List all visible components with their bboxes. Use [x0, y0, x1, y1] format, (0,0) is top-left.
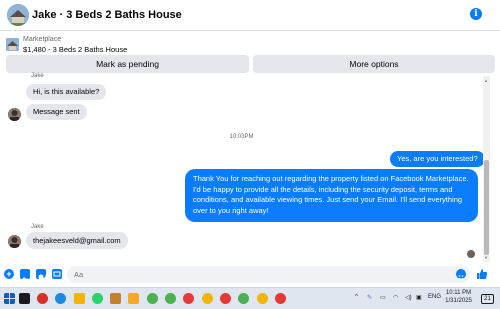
message-timestamp: 10:03PM	[229, 134, 254, 140]
clock-date[interactable]: 1/31/2025	[441, 298, 476, 304]
file-explorer-icon[interactable]	[74, 293, 85, 304]
pen-icon[interactable]: ✎	[367, 294, 372, 301]
avatar[interactable]	[8, 235, 21, 248]
outgoing-message[interactable]: Thank You for reaching out regarding the…	[185, 169, 478, 222]
smile-glyph-icon	[458, 275, 464, 280]
messenger-window: Jake · 3 Beds 2 Baths House i Marketplac…	[0, 0, 500, 309]
plus-icon[interactable]: +	[4, 269, 14, 279]
wifi-icon[interactable]: ◠	[393, 294, 398, 301]
app-icon[interactable]	[37, 293, 48, 304]
battery-icon[interactable]: ▭	[380, 294, 386, 301]
scroll-up-arrow-icon[interactable]: ▲	[484, 78, 488, 83]
notification-badge[interactable]: 21	[481, 294, 494, 304]
avatar[interactable]	[7, 4, 29, 26]
gif-glyph-icon	[53, 271, 61, 277]
mark-as-pending-button[interactable]: Mark as pending	[6, 55, 249, 73]
task-view-icon[interactable]	[19, 293, 30, 304]
seen-receipt-avatar	[467, 250, 475, 258]
info-icon[interactable]: i	[470, 8, 482, 20]
person-avatar-icon	[8, 235, 21, 248]
language-indicator[interactable]: ENG	[428, 294, 441, 300]
listing-source: Marketplace	[23, 36, 62, 43]
whatsapp-icon[interactable]	[92, 293, 103, 304]
chrome-icon[interactable]	[183, 293, 194, 304]
avatar[interactable]	[8, 108, 21, 121]
sticker-glyph-icon	[38, 274, 44, 280]
display-icon[interactable]: ▣	[416, 294, 422, 301]
sender-name: Jake	[31, 224, 44, 230]
house-thumbnail-icon	[6, 38, 19, 51]
thumbs-up-icon	[477, 269, 488, 279]
clock-time[interactable]: 10:11 PM	[441, 290, 476, 296]
windows-start-icon[interactable]	[4, 293, 15, 304]
like-icon[interactable]	[476, 268, 488, 283]
chrome-icon[interactable]	[165, 293, 176, 304]
incoming-message[interactable]: Hi, is this available?	[26, 84, 107, 100]
chat-header: Jake · 3 Beds 2 Baths House i	[0, 0, 500, 31]
sender-name: Jake	[31, 73, 44, 79]
app-icon[interactable]	[110, 293, 121, 304]
app-icon[interactable]	[128, 293, 139, 304]
chrome-icon[interactable]	[202, 293, 213, 304]
outgoing-message[interactable]: Yes, are you interested?	[390, 151, 485, 167]
message-input[interactable]	[67, 266, 470, 283]
more-options-button[interactable]: More options	[253, 55, 495, 73]
gif-icon[interactable]	[52, 269, 62, 279]
chrome-icon[interactable]	[275, 293, 286, 304]
listing-thumbnail[interactable]	[6, 38, 19, 51]
house-photo-icon	[7, 4, 29, 26]
scroll-down-arrow-icon[interactable]: ▼	[484, 255, 488, 260]
chrome-icon[interactable]	[147, 293, 158, 304]
photo-icon[interactable]	[20, 269, 30, 281]
listing-price-title[interactable]: $1,480 - 3 Beds 2 Baths House	[23, 45, 127, 54]
chrome-icon[interactable]	[257, 293, 268, 304]
chat-title[interactable]: Jake · 3 Beds 2 Baths House	[32, 9, 182, 21]
tray-chevron-up-icon[interactable]: ^	[355, 294, 358, 300]
emoji-icon[interactable]	[456, 269, 466, 280]
edge-icon[interactable]	[55, 293, 66, 304]
sticker-icon[interactable]	[36, 269, 46, 280]
image-glyph-icon	[21, 277, 29, 281]
scrollbar-thumb[interactable]	[484, 160, 489, 255]
person-avatar-icon	[8, 108, 21, 121]
chrome-icon[interactable]	[220, 293, 231, 304]
incoming-message[interactable]: thejakeesveld@gmail.com	[26, 232, 128, 249]
volume-icon[interactable]: ◁)	[405, 294, 412, 301]
incoming-message[interactable]: Message sent	[26, 104, 87, 120]
chrome-icon[interactable]	[238, 293, 249, 304]
